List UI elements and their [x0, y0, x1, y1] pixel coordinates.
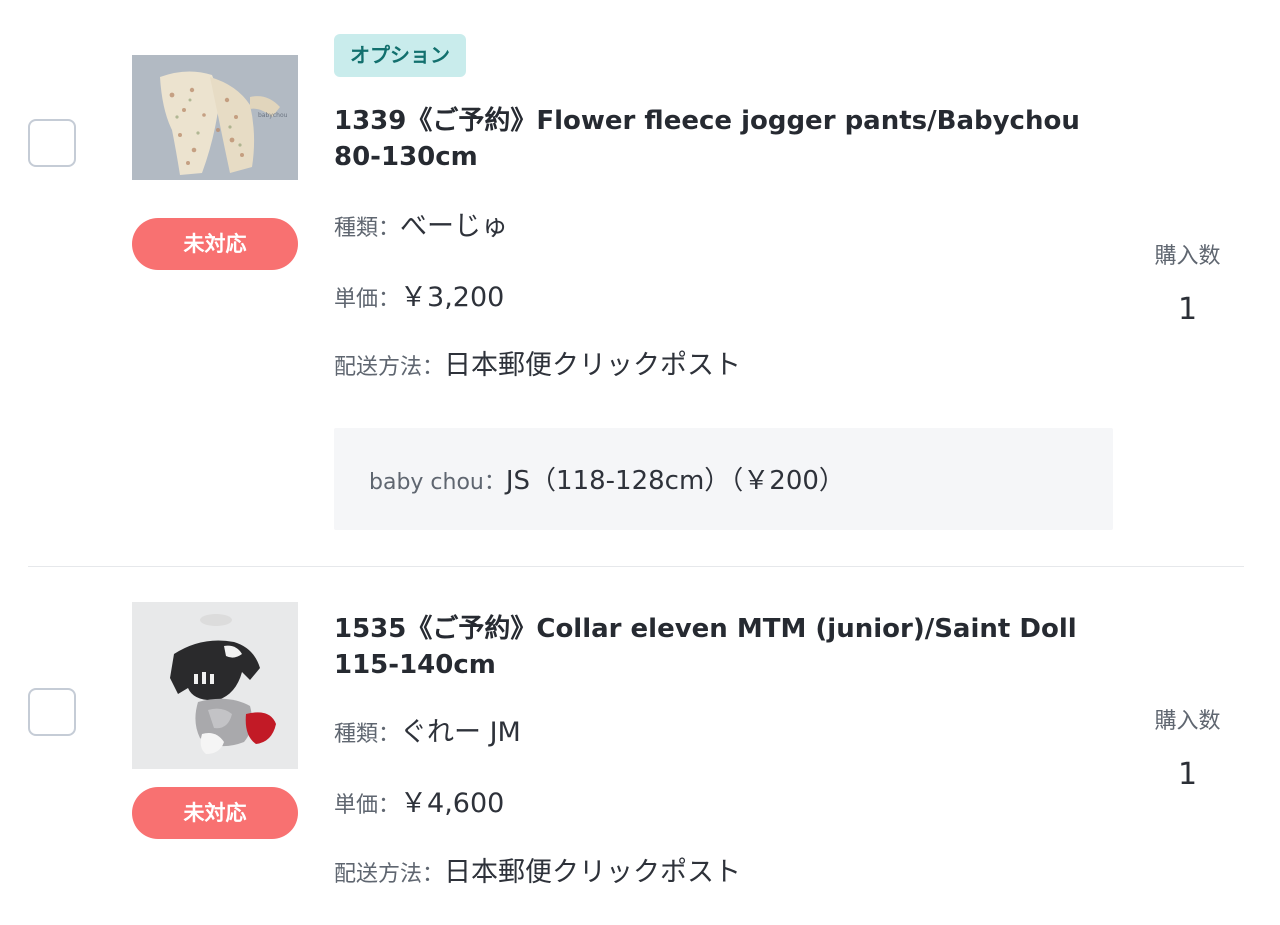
product-image-pants: babychou: [132, 55, 298, 180]
price-label: 単価：: [334, 287, 401, 312]
status-badge: 未対応: [132, 218, 298, 270]
price-value: ￥4,600: [400, 788, 505, 819]
variant-row: 種類：べーじゅ: [334, 204, 508, 243]
option-tag: オプション: [334, 34, 466, 77]
shipping-value: 日本郵便クリックポスト: [444, 350, 742, 381]
quantity-label: 購入数: [1154, 244, 1221, 269]
option-value: JS（118-128cm）（￥200）: [505, 466, 845, 496]
shipping-value: 日本郵便クリックポスト: [444, 857, 742, 888]
quantity: 購入数 1: [1140, 238, 1235, 327]
price-row: 単価：￥3,200: [334, 275, 504, 314]
variant-label: 種類：: [334, 216, 401, 241]
order-item: 未対応 1535《ご予約》Collar eleven MTM (junior)/…: [0, 567, 1280, 925]
product-image-sweatshirt: [132, 602, 298, 769]
price-row: 単価：￥4,600: [334, 781, 504, 820]
option-label: baby chou：: [369, 470, 506, 495]
price-label: 単価：: [334, 793, 401, 818]
quantity: 購入数 1: [1140, 703, 1235, 792]
shipping-row: 配送方法：日本郵便クリックポスト: [334, 343, 741, 382]
status-badge: 未対応: [132, 787, 298, 839]
quantity-label: 購入数: [1154, 709, 1221, 734]
product-info: オプション 1339《ご予約》Flower fleece jogger pant…: [334, 0, 1124, 566]
option-detail-box: baby chou：JS（118-128cm）（￥200）: [334, 428, 1113, 530]
order-item: babychou 未対応 オプション 1339《ご予約》Flower fleec…: [0, 0, 1280, 566]
variant-value: ぐれー JM: [400, 717, 521, 748]
shipping-row: 配送方法：日本郵便クリックポスト: [334, 850, 741, 889]
variant-row: 種類：ぐれー JM: [334, 710, 521, 749]
select-checkbox[interactable]: [28, 688, 76, 736]
product-image[interactable]: [132, 602, 298, 769]
svg-text:babychou: babychou: [258, 112, 288, 119]
shipping-label: 配送方法：: [334, 355, 445, 380]
product-title[interactable]: 1535《ご予約》Collar eleven MTM (junior)/Sain…: [334, 611, 1124, 683]
variant-label: 種類：: [334, 722, 401, 747]
quantity-value: 1: [1177, 292, 1198, 327]
product-image[interactable]: babychou: [132, 55, 298, 180]
select-checkbox[interactable]: [28, 119, 76, 167]
product-title[interactable]: 1339《ご予約》Flower fleece jogger pants/Baby…: [334, 103, 1124, 175]
shipping-label: 配送方法：: [334, 862, 445, 887]
product-info: 1535《ご予約》Collar eleven MTM (junior)/Sain…: [334, 567, 1124, 925]
variant-value: べーじゅ: [400, 211, 509, 242]
quantity-value: 1: [1177, 757, 1198, 792]
price-value: ￥3,200: [400, 282, 505, 313]
